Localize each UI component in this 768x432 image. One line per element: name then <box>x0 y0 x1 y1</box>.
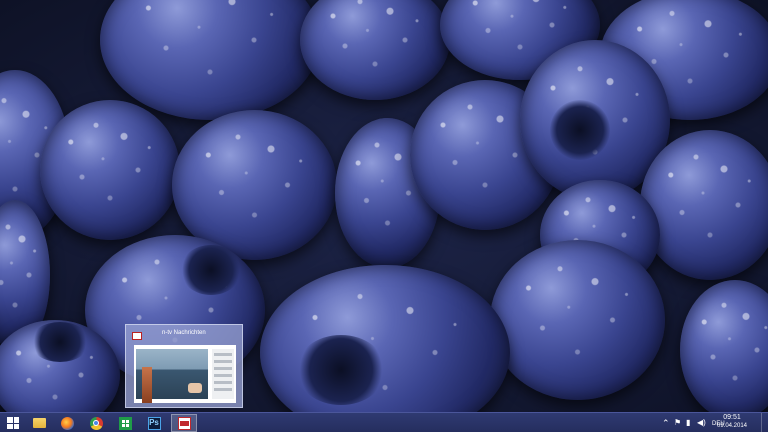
wallpaper-berry <box>680 280 768 412</box>
taskbar-file-explorer[interactable] <box>28 414 50 432</box>
wallpaper-berry-crown <box>296 335 386 405</box>
ntv-icon <box>132 332 142 340</box>
windows-logo-icon <box>7 417 19 429</box>
show-desktop-button[interactable] <box>761 413 768 432</box>
taskbar-chrome[interactable] <box>85 414 107 432</box>
network-icon[interactable]: ▮ <box>686 417 690 429</box>
wallpaper-berry <box>300 0 450 100</box>
taskbar-photoshop[interactable]: Ps <box>143 414 165 432</box>
thumbnail-ship <box>142 367 152 403</box>
start-button[interactable] <box>2 414 24 432</box>
taskbar: Ps ⌃ ⚑ ▮ ◀) DEU 09:51 09.04.2014 <box>0 412 768 432</box>
ntv-icon <box>177 416 191 430</box>
show-hidden-icons-icon[interactable]: ⌃ <box>662 417 670 429</box>
store-icon <box>118 416 132 430</box>
clock-time: 09:51 <box>723 414 741 421</box>
clock[interactable]: 09:51 09.04.2014 <box>710 414 754 430</box>
taskbar-ntv[interactable] <box>171 414 197 432</box>
thumbnail-hand <box>188 383 202 393</box>
thumbnail-sidebar <box>212 349 234 399</box>
volume-icon[interactable]: ◀) <box>697 417 706 429</box>
desktop-wallpaper[interactable] <box>0 0 768 412</box>
taskbar-firefox[interactable] <box>56 414 78 432</box>
wallpaper-berry-crown <box>550 100 610 160</box>
wallpaper-berry <box>260 265 510 412</box>
chrome-icon <box>89 416 103 430</box>
taskbar-store[interactable] <box>114 414 136 432</box>
wallpaper-berry <box>640 130 768 280</box>
wallpaper-berry-crown <box>30 322 90 362</box>
photoshop-icon: Ps <box>147 416 161 430</box>
clock-date: 09.04.2014 <box>716 423 748 429</box>
wallpaper-berry <box>100 0 320 120</box>
wallpaper-berry <box>490 240 665 400</box>
preview-thumbnail[interactable] <box>134 345 236 403</box>
preview-title: n-tv Nachrichten <box>162 330 206 336</box>
wallpaper-berry <box>40 100 180 240</box>
folder-icon <box>32 418 46 428</box>
flag-icon[interactable]: ⚑ <box>674 417 681 429</box>
firefox-icon <box>60 416 74 430</box>
wallpaper-berry-crown <box>180 245 242 295</box>
thumbnail-photo <box>136 349 208 403</box>
taskbar-thumbnail-preview[interactable]: n-tv Nachrichten <box>125 324 243 408</box>
